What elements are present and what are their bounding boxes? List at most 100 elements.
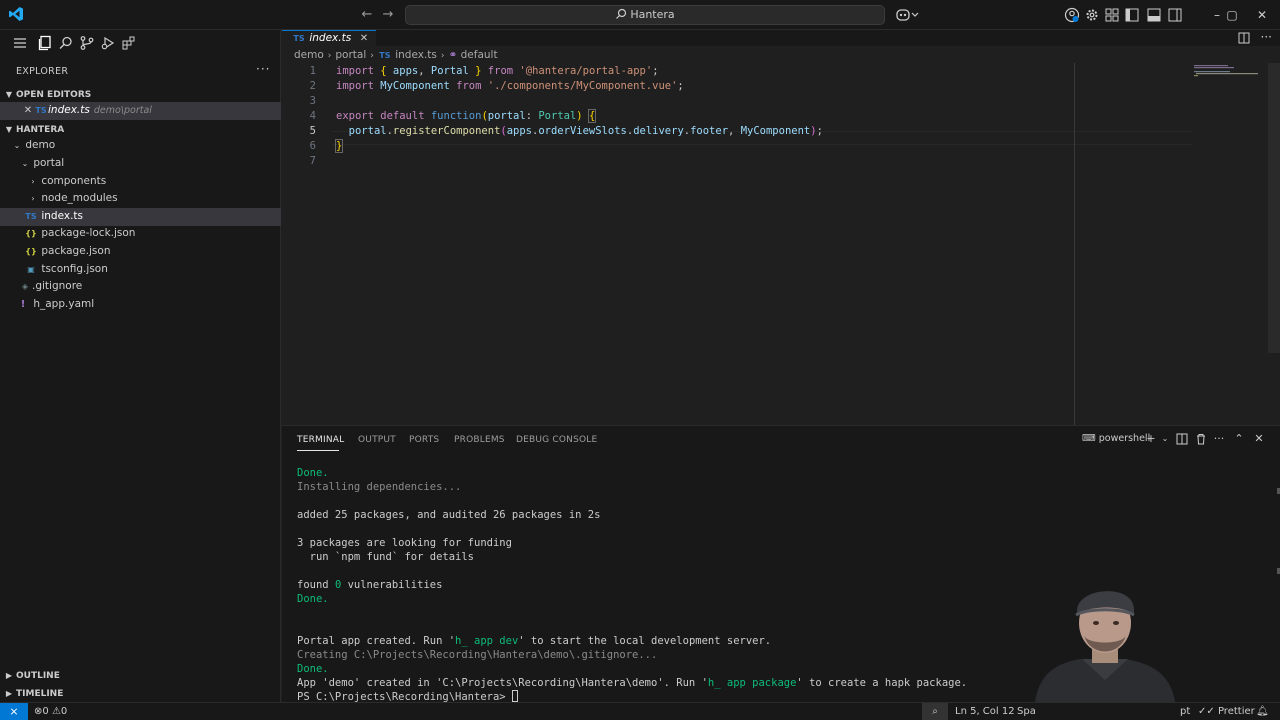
code-editor[interactable]: 1 2 3 4 5 6 7 import { apps, Portal } fr…: [282, 63, 1280, 425]
tree-item-label: components: [41, 175, 107, 187]
function-symbol-icon: ⚭: [448, 49, 458, 61]
toggle-secondary-sidebar-icon[interactable]: [1167, 7, 1183, 23]
notifications-icon[interactable]: 🔔︎: [1256, 703, 1269, 720]
breadcrumb-item[interactable]: demo: [294, 49, 324, 61]
indentation[interactable]: Spa: [1017, 703, 1036, 720]
workspace-header[interactable]: ▼ HANTERA: [0, 121, 281, 138]
explorer-title: EXPLORER: [16, 66, 69, 77]
timeline-header[interactable]: ▶ TIMELINE: [0, 685, 281, 702]
tree-item-label: node_modules: [41, 192, 118, 204]
more-actions-icon[interactable]: ···: [256, 62, 270, 76]
tree-item-h-app-yaml[interactable]: ! h_app.yaml: [0, 296, 281, 314]
chevron-right-icon: ›: [440, 51, 445, 61]
code-line-4: export default function(portal: Portal) …: [336, 109, 597, 123]
tab-problems[interactable]: PROBLEMS: [454, 435, 505, 445]
webcam-person-image: [1035, 591, 1175, 702]
open-editor-item[interactable]: ✕ TSindex.ts demo\portal: [0, 102, 281, 120]
editor-tab-bar: TS index.ts ✕ ···: [282, 30, 1280, 46]
tsconfig-file-icon: ▣: [27, 265, 35, 274]
files-icon[interactable]: [37, 35, 53, 51]
yaml-file-icon: !: [20, 299, 26, 310]
command-center-search[interactable]: Hantera: [405, 5, 885, 25]
chevron-down-icon: ▼: [5, 125, 13, 134]
terminal-shell-selector[interactable]: ⌨ powershell: [1082, 433, 1150, 444]
tab-index-ts[interactable]: TS index.ts ✕: [282, 30, 376, 46]
vscode-logo-icon[interactable]: [8, 6, 24, 22]
source-control-icon[interactable]: [79, 35, 95, 51]
maximize-btn[interactable]: ▢: [1218, 0, 1246, 30]
split-editor-icon[interactable]: [1238, 32, 1250, 44]
split-terminal-icon[interactable]: [1175, 432, 1189, 446]
close-window-btn[interactable]: ✕: [1248, 0, 1276, 30]
more-actions-icon[interactable]: ···: [1261, 30, 1272, 44]
gear-icon[interactable]: [1084, 7, 1100, 23]
search-icon[interactable]: [58, 35, 74, 51]
tab-debug-console[interactable]: DEBUG CONSOLE: [516, 435, 597, 445]
tree-item-label: portal: [33, 157, 65, 169]
new-terminal-icon[interactable]: +: [1144, 432, 1158, 446]
close-icon[interactable]: ✕: [22, 102, 34, 120]
trash-icon[interactable]: [1194, 432, 1208, 446]
tree-item-package-lock[interactable]: {} package-lock.json: [0, 225, 281, 243]
typescript-file-icon: TS: [25, 212, 37, 221]
open-editors-label: OPEN EDITORS: [16, 90, 92, 100]
run-debug-icon[interactable]: [100, 35, 116, 51]
prettier-status[interactable]: ✓✓ Prettier: [1198, 703, 1255, 720]
maximize-panel-icon[interactable]: ⌃: [1232, 432, 1246, 446]
terminal-line: Creating C:\Projects\Recording\Hantera\d…: [297, 649, 658, 661]
cursor-position[interactable]: Ln 5, Col 12: [955, 703, 1015, 720]
accounts-icon[interactable]: [1064, 7, 1080, 23]
open-editors-header[interactable]: ▼ OPEN EDITORS: [0, 86, 281, 103]
status-item-edge[interactable]: pt: [1180, 703, 1190, 720]
tree-item-label: index.ts: [41, 210, 83, 222]
close-panel-icon[interactable]: ✕: [1252, 432, 1266, 446]
terminal-line: Installing dependencies...: [297, 481, 462, 493]
outline-header[interactable]: ▶ OUTLINE: [0, 667, 281, 684]
tab-output[interactable]: OUTPUT: [358, 435, 396, 445]
problems-indicator[interactable]: ⊗0 ⚠0: [34, 703, 67, 720]
toggle-panel-icon[interactable]: [1146, 7, 1162, 23]
open-editor-path: demo\portal: [93, 105, 152, 116]
typescript-file-icon: TS: [379, 51, 391, 60]
extensions-icon[interactable]: [121, 35, 137, 51]
remote-indicator-icon[interactable]: ⨯: [0, 703, 28, 720]
tree-item-portal[interactable]: ⌄ portal: [0, 155, 281, 173]
tree-item-gitignore[interactable]: ◈ .gitignore: [0, 278, 281, 296]
typescript-file-icon: TS: [35, 106, 47, 115]
more-actions-icon[interactable]: ···: [1212, 432, 1226, 446]
editor-scrollbar[interactable]: [1268, 63, 1280, 353]
copilot-icon[interactable]: [896, 7, 920, 23]
customize-layout-icon[interactable]: [1104, 7, 1120, 23]
toggle-sidebar-icon[interactable]: [1124, 7, 1140, 23]
git-file-icon: ◈: [21, 282, 29, 291]
tab-terminal[interactable]: TERMINAL: [297, 435, 344, 445]
terminal-scrollbar[interactable]: [1270, 456, 1280, 696]
zoom-icon[interactable]: ⌕: [922, 703, 948, 720]
tree-item-index-ts[interactable]: TS index.ts: [0, 208, 281, 226]
chevron-down-icon[interactable]: ⌄: [1158, 432, 1172, 446]
terminal-line: App 'demo' created in 'C:\Projects\Recor…: [297, 676, 967, 690]
tab-ports[interactable]: PORTS: [409, 435, 439, 445]
open-editor-name: index.ts: [48, 104, 90, 116]
tree-item-label: demo: [25, 139, 56, 151]
active-tab-indicator: [297, 450, 339, 451]
forward-arrow-icon[interactable]: →: [380, 7, 396, 23]
tree-item-components[interactable]: › components: [0, 173, 281, 191]
back-arrow-icon[interactable]: ←: [359, 7, 375, 23]
text-part: ' to create a hapk package.: [796, 677, 968, 689]
breadcrumb-item[interactable]: index.ts: [395, 49, 437, 61]
breadcrumb-item[interactable]: default: [461, 49, 498, 61]
chevron-right-icon: ›: [370, 51, 374, 61]
menu-icon[interactable]: [12, 35, 28, 51]
json-file-icon: {}: [25, 229, 37, 238]
terminal-line: run `npm fund` for details: [297, 551, 475, 563]
terminal-line: Done.: [297, 467, 329, 479]
tree-item-package-json[interactable]: {} package.json: [0, 243, 281, 261]
minimap[interactable]: [1192, 63, 1262, 83]
breadcrumb-item[interactable]: portal: [335, 49, 366, 61]
tree-item-node-modules[interactable]: › node_modules: [0, 190, 281, 208]
close-icon[interactable]: ✕: [358, 31, 370, 46]
tree-item-demo[interactable]: ⌄ demo: [0, 137, 281, 155]
error-count: 0: [42, 706, 49, 717]
tree-item-tsconfig[interactable]: ▣ tsconfig.json: [0, 261, 281, 279]
